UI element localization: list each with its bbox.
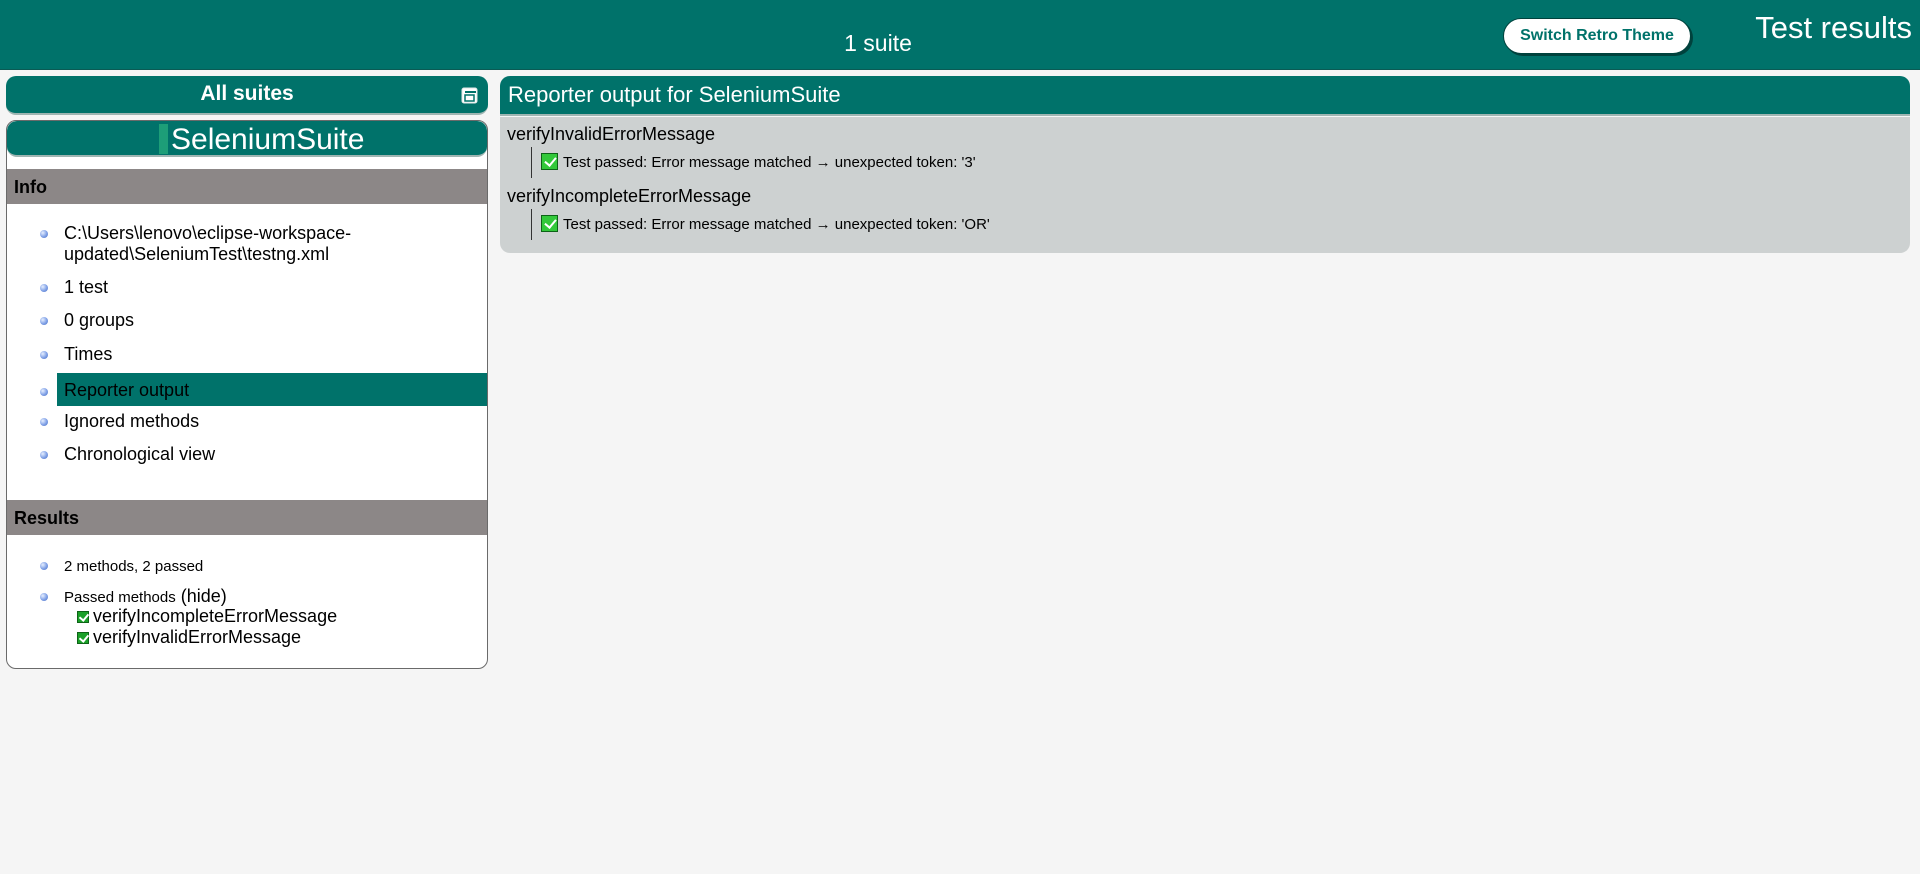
collapse-icon[interactable] <box>461 87 478 104</box>
bullet-icon <box>40 562 48 570</box>
passed-methods-label: Passed methods <box>64 589 176 606</box>
method-name: verifyIncompleteErrorMessage <box>507 186 752 206</box>
nav-item-label[interactable]: 0 groups <box>64 310 134 331</box>
info-section-header: Info <box>7 169 487 204</box>
bullet-icon <box>40 317 48 325</box>
nav-item-label[interactable]: Reporter output <box>64 380 189 401</box>
results-summary-item: 2 methods, 2 passed <box>7 554 487 575</box>
page-title: Test results <box>1755 10 1912 45</box>
bullet-icon <box>40 451 48 459</box>
nav-item-label[interactable]: Times <box>64 344 112 365</box>
suite-count: 1 suite <box>844 30 912 56</box>
nav-item-tests[interactable]: 1 test <box>7 275 487 298</box>
passed-method-name[interactable]: verifyIncompleteErrorMessage <box>93 606 337 626</box>
method-output: Test passed: Error message matched → une… <box>531 209 990 240</box>
reporter-output-title: Reporter output for SeleniumSuite <box>508 82 841 107</box>
check-icon <box>77 632 89 645</box>
top-banner: 1 suite Switch Retro Theme Test results <box>0 0 1920 70</box>
list-item-suite-file: C:\Users\lenovo\eclipse-workspace- updat… <box>7 221 487 264</box>
nav-item-times[interactable]: Times <box>7 342 487 365</box>
bullet-icon <box>40 593 48 601</box>
results-summary: 2 methods, 2 passed <box>64 558 204 575</box>
nav-item-label[interactable]: Ignored methods <box>64 411 199 432</box>
nav-item-reporter-output[interactable]: Reporter output <box>7 373 487 406</box>
nav-item-chronological-view[interactable]: Chronological view <box>7 442 487 465</box>
nav-item-label[interactable]: 1 test <box>64 277 108 298</box>
suite-header-accent <box>159 124 168 154</box>
passed-method-link[interactable]: verifyInvalidErrorMessage <box>77 627 301 648</box>
method-output-text: Test passed: Error message matched → une… <box>563 216 990 233</box>
reporter-output-header: Reporter output for SeleniumSuite <box>500 76 1910 116</box>
suite-name: SeleniumSuite <box>171 123 365 156</box>
bullet-icon <box>40 418 48 426</box>
nav-item-label[interactable]: Chronological view <box>64 444 215 465</box>
suite-file-path-line2: updated\SeleniumTest\testng.xml <box>64 244 330 264</box>
method-output-text: Test passed: Error message matched → une… <box>563 154 976 171</box>
check-icon <box>77 611 89 624</box>
suite-file-path-line1: C:\Users\lenovo\eclipse-workspace- <box>64 223 352 243</box>
check-icon <box>541 215 558 232</box>
suite-panel: SeleniumSuite Info C:\Users\lenovo\eclip… <box>6 120 488 669</box>
passed-method-name[interactable]: verifyInvalidErrorMessage <box>93 627 301 647</box>
reporter-output-body: verifyInvalidErrorMessage Test passed: E… <box>500 117 1910 253</box>
nav-item-groups[interactable]: 0 groups <box>7 308 487 331</box>
method-output: Test passed: Error message matched → une… <box>531 147 976 178</box>
bullet-icon <box>40 388 48 396</box>
nav-item-ignored-methods[interactable]: Ignored methods <box>7 409 487 432</box>
check-icon <box>541 153 558 170</box>
switch-retro-theme-button[interactable]: Switch Retro Theme <box>1503 18 1691 54</box>
hide-link[interactable]: (hide) <box>181 586 227 606</box>
passed-methods-line: Passed methods (hide) <box>64 586 227 608</box>
bullet-icon <box>40 351 48 359</box>
method-name: verifyInvalidErrorMessage <box>507 124 716 144</box>
passed-method-link[interactable]: verifyIncompleteErrorMessage <box>77 606 337 627</box>
bullet-icon <box>40 284 48 292</box>
suite-header[interactable]: SeleniumSuite <box>7 121 487 157</box>
all-suites-bar[interactable]: All suites <box>6 76 488 115</box>
all-suites-label: All suites <box>200 82 294 105</box>
bullet-icon <box>40 230 48 238</box>
passed-methods-item: Passed methods (hide) verifyIncompleteEr… <box>7 584 487 647</box>
results-section-header: Results <box>7 500 487 535</box>
